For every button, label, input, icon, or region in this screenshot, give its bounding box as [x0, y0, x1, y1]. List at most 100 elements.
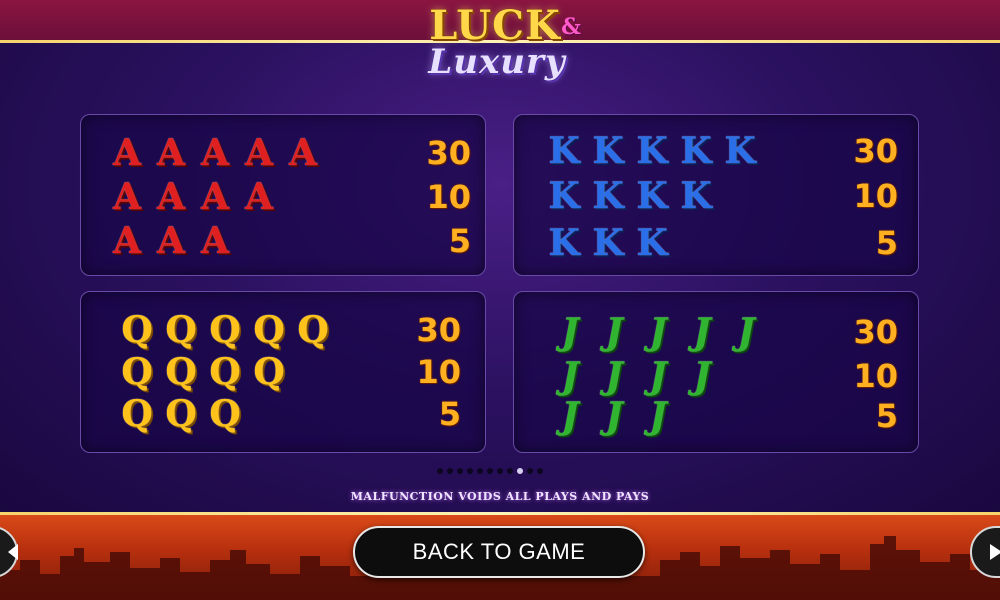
symbol-group: J J J J: [550, 354, 722, 398]
logo-ampersand: &: [561, 14, 581, 40]
page-indicator: [437, 468, 543, 474]
back-to-game-button[interactable]: BACK TO GAME: [353, 526, 645, 578]
game-logo: LUCK & Luxury: [400, 2, 600, 94]
ace-symbol: A: [289, 132, 317, 174]
paytable-panel-ace: A A A A A 30 A A A A 10 A A A 5: [80, 114, 486, 276]
king-symbol: K: [680, 130, 712, 172]
symbol-group: Q Q Q Q: [117, 350, 289, 394]
payout-value: 5: [448, 222, 471, 260]
king-symbol: K: [592, 130, 624, 172]
jack-symbol: J: [737, 311, 755, 353]
queen-symbol: Q: [209, 393, 241, 435]
queen-symbol: Q: [209, 309, 241, 351]
king-symbol: K: [724, 130, 756, 172]
page-dot[interactable]: [447, 468, 453, 474]
ace-symbol: A: [157, 132, 185, 174]
pay-row-4-of-kind: K K K K 10: [514, 174, 918, 218]
page-dot-active[interactable]: [517, 468, 523, 474]
pay-row-5-of-kind: K K K K K 30: [514, 129, 918, 173]
symbol-group: Q Q Q Q Q: [117, 308, 333, 352]
ace-symbol: A: [245, 176, 273, 218]
pay-row-3-of-kind: J J J 5: [514, 394, 918, 438]
pay-row-5-of-kind: J J J J J 30: [514, 310, 918, 354]
symbol-group: A A A: [107, 219, 235, 263]
arrow-right-icon: [990, 544, 1000, 560]
queen-symbol: Q: [165, 309, 197, 351]
jack-symbol: J: [649, 311, 667, 353]
page-dot[interactable]: [527, 468, 533, 474]
queen-symbol: Q: [253, 351, 285, 393]
malfunction-disclaimer: MALFUNCTION VOIDS ALL PLAYS AND PAYS: [350, 490, 650, 503]
king-symbol: K: [548, 222, 580, 264]
payout-value: 30: [426, 134, 471, 172]
pay-row-3-of-kind: A A A 5: [81, 219, 485, 263]
queen-symbol: Q: [165, 393, 197, 435]
payout-value: 30: [853, 313, 898, 351]
symbol-group: A A A A A: [107, 131, 323, 175]
ace-symbol: A: [201, 176, 229, 218]
page-dot[interactable]: [457, 468, 463, 474]
pay-row-4-of-kind: Q Q Q Q 10: [81, 350, 485, 394]
ace-symbol: A: [157, 176, 185, 218]
queen-symbol: Q: [209, 351, 241, 393]
symbol-group: K K K: [544, 221, 672, 265]
ace-symbol: A: [113, 132, 141, 174]
page-dot[interactable]: [467, 468, 473, 474]
logo-word-luxury: Luxury: [428, 42, 566, 82]
payout-value: 5: [875, 224, 898, 262]
payout-value: 5: [438, 395, 461, 433]
jack-symbol: J: [605, 395, 623, 437]
king-symbol: K: [636, 175, 668, 217]
payout-value: 10: [853, 357, 898, 395]
pay-row-4-of-kind: A A A A 10: [81, 175, 485, 219]
payout-value: 5: [875, 397, 898, 435]
symbol-group: J J J J J: [550, 310, 766, 354]
king-symbol: K: [592, 175, 624, 217]
symbol-group: K K K K K: [544, 129, 760, 173]
pay-row-3-of-kind: K K K 5: [514, 221, 918, 265]
symbol-group: A A A A: [107, 175, 279, 219]
king-symbol: K: [636, 222, 668, 264]
jack-symbol: J: [649, 395, 667, 437]
ace-symbol: A: [113, 220, 141, 262]
page-dot[interactable]: [437, 468, 443, 474]
page-dot[interactable]: [537, 468, 543, 474]
payout-value: 10: [416, 353, 461, 391]
jack-symbol: J: [561, 395, 579, 437]
jack-symbol: J: [605, 355, 623, 397]
paytable-panel-king: K K K K K 30 K K K K 10 K K K 5: [513, 114, 919, 276]
king-symbol: K: [548, 175, 580, 217]
ace-symbol: A: [201, 132, 229, 174]
page-dot[interactable]: [487, 468, 493, 474]
payout-value: 30: [853, 132, 898, 170]
pay-row-4-of-kind: J J J J 10: [514, 354, 918, 398]
king-symbol: K: [636, 130, 668, 172]
payout-value: 30: [416, 311, 461, 349]
king-symbol: K: [548, 130, 580, 172]
page-dot[interactable]: [497, 468, 503, 474]
pay-row-3-of-kind: Q Q Q 5: [81, 392, 485, 436]
jack-symbol: J: [693, 311, 711, 353]
symbol-group: Q Q Q: [117, 392, 245, 436]
paytable-panel-jack: J J J J J 30 J J J J 10 J J J 5: [513, 291, 919, 453]
page-dot[interactable]: [477, 468, 483, 474]
page-dot[interactable]: [507, 468, 513, 474]
symbol-group: K K K K: [544, 174, 716, 218]
back-to-game-label: BACK TO GAME: [412, 539, 586, 564]
symbol-group: J J J: [550, 394, 678, 438]
queen-symbol: Q: [165, 351, 197, 393]
queen-symbol: Q: [297, 309, 329, 351]
pay-row-5-of-kind: A A A A A 30: [81, 131, 485, 175]
ace-symbol: A: [201, 220, 229, 262]
ace-symbol: A: [157, 220, 185, 262]
ace-symbol: A: [113, 176, 141, 218]
payout-value: 10: [426, 178, 471, 216]
queen-symbol: Q: [121, 393, 153, 435]
payout-value: 10: [853, 177, 898, 215]
queen-symbol: Q: [253, 309, 285, 351]
jack-symbol: J: [561, 311, 579, 353]
king-symbol: K: [680, 175, 712, 217]
jack-symbol: J: [605, 311, 623, 353]
queen-symbol: Q: [121, 351, 153, 393]
jack-symbol: J: [649, 355, 667, 397]
